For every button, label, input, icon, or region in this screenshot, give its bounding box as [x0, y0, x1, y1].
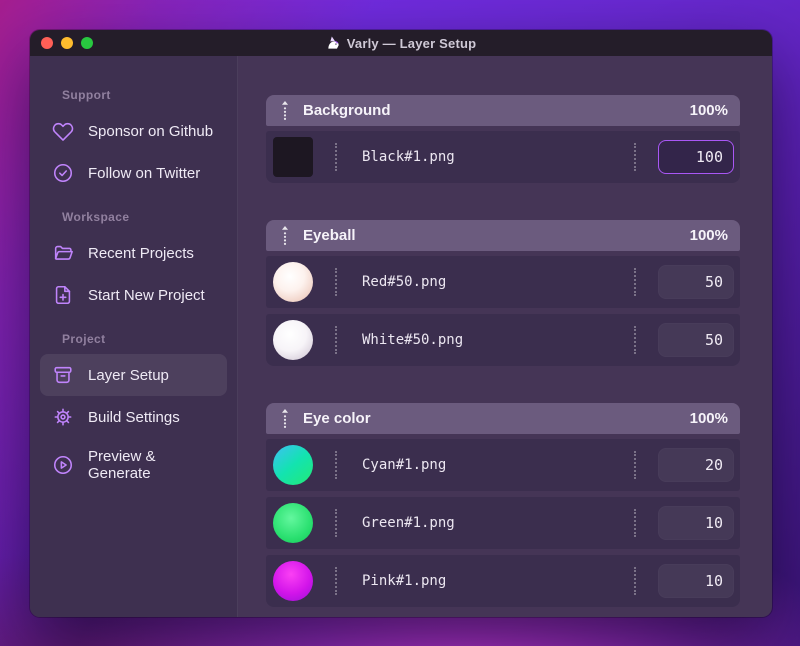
sidebar-section-project: Project Layer Setup Build Settings Previ… [40, 332, 227, 492]
layer-filename: Green#1.png [362, 515, 455, 531]
sidebar-item-build-settings[interactable]: Build Settings [40, 396, 227, 438]
badge-check-icon [53, 163, 73, 183]
layer-group-eyeball: Eyeball 100% Red#50.png White#50.png [266, 220, 740, 366]
layer-filename: White#50.png [362, 332, 464, 348]
divider [634, 143, 636, 171]
layer-group-name: Eyeball [303, 227, 356, 244]
sidebar-item-label: Preview & Generate [88, 448, 156, 482]
close-button[interactable] [41, 37, 53, 49]
section-label-workspace: Workspace [62, 210, 130, 224]
divider [634, 268, 636, 296]
traffic-lights [41, 30, 93, 56]
layer-weight-input[interactable] [658, 140, 734, 174]
layer-group-name: Background [303, 102, 391, 119]
section-label-support: Support [62, 88, 111, 102]
black-square-thumbnail [273, 137, 313, 177]
heart-icon [52, 122, 74, 141]
divider [634, 567, 636, 595]
window-body: Support Sponsor on Github Follow on Twit… [30, 56, 772, 617]
layer-group-eye-color: Eye color 100% Cyan#1.png Green#1.png [266, 403, 740, 607]
layer-weight-input[interactable] [658, 265, 734, 299]
divider [634, 451, 636, 479]
layer-group-header: Background 100% [266, 95, 740, 126]
window-title: Varly — Layer Setup [346, 35, 477, 51]
layer-weight-input[interactable] [658, 448, 734, 482]
layer-filename: Pink#1.png [362, 573, 447, 589]
layer-group-percent: 100% [689, 102, 728, 119]
divider [335, 268, 337, 296]
sidebar-item-sponsor-on-github[interactable]: Sponsor on Github [40, 110, 227, 152]
green-circle-thumbnail [273, 503, 313, 543]
titlebar: Varly — Layer Setup [30, 30, 772, 56]
drag-handle-icon[interactable] [280, 225, 290, 246]
sidebar-item-label: Start New Project [88, 286, 205, 304]
layer-row: Black#1.png [266, 131, 740, 183]
folder-open-icon [54, 245, 73, 260]
layer-row: White#50.png [266, 314, 740, 366]
drag-handle-icon[interactable] [280, 408, 290, 429]
sidebar-item-label: Recent Projects [88, 244, 194, 262]
sidebar-item-label: Follow on Twitter [88, 164, 201, 182]
layer-group-background: Background 100% Black#1.png [266, 95, 740, 183]
layer-group-header: Eye color 100% [266, 403, 740, 434]
zoom-button[interactable] [81, 37, 93, 49]
sidebar-item-layer-setup[interactable]: Layer Setup [40, 354, 227, 396]
layer-setup-panel: Background 100% Black#1.png 100 Eyeball … [238, 56, 772, 617]
layer-group-percent: 100% [689, 410, 728, 427]
window-title-area: Varly — Layer Setup [326, 36, 477, 51]
divider [335, 143, 337, 171]
layer-group-percent: 100% [689, 227, 728, 244]
sidebar-item-label: Layer Setup [88, 366, 169, 384]
divider [335, 509, 337, 537]
sidebar-item-start-new-project[interactable]: Start New Project [40, 274, 227, 316]
divider [634, 509, 636, 537]
sidebar-item-recent-projects[interactable]: Recent Projects [40, 232, 227, 274]
layer-row: Red#50.png [266, 256, 740, 308]
layer-row: Cyan#1.png [266, 439, 740, 491]
layer-group-header: Eyeball 100% [266, 220, 740, 251]
app-window: Varly — Layer Setup Support Sponsor on G… [30, 30, 772, 617]
sidebar-section-workspace: Workspace Recent Projects Start New Proj… [40, 210, 227, 316]
cyan-circle-thumbnail [273, 445, 313, 485]
pink-circle-thumbnail [273, 561, 313, 601]
minimize-button[interactable] [61, 37, 73, 49]
sidebar-item-preview-generate[interactable]: Preview & Generate [40, 438, 227, 492]
layer-filename: Black#1.png [362, 149, 455, 165]
drag-handle-icon[interactable] [280, 100, 290, 121]
layer-row: Pink#1.png [266, 555, 740, 607]
sidebar-item-label: Sponsor on Github [88, 122, 214, 140]
sidebar: Support Sponsor on Github Follow on Twit… [30, 56, 238, 617]
divider [335, 451, 337, 479]
red-sphere-thumbnail [273, 262, 313, 302]
gear-icon [54, 408, 72, 426]
layer-filename: Red#50.png [362, 274, 447, 290]
layer-filename: Cyan#1.png [362, 457, 447, 473]
archive-icon [54, 366, 72, 384]
white-sphere-thumbnail [273, 320, 313, 360]
layer-weight-input[interactable] [658, 323, 734, 357]
play-circle-icon [53, 455, 73, 475]
sidebar-item-follow-on-twitter[interactable]: Follow on Twitter [40, 152, 227, 194]
layer-group-name: Eye color [303, 410, 371, 427]
layer-weight-input[interactable] [658, 564, 734, 598]
sidebar-section-support: Support Sponsor on Github Follow on Twit… [40, 88, 227, 194]
file-plus-icon [55, 285, 71, 305]
divider [634, 326, 636, 354]
section-label-project: Project [62, 332, 106, 346]
layer-weight-input[interactable] [658, 506, 734, 540]
sidebar-item-label: Build Settings [88, 408, 180, 426]
unicorn-icon [328, 35, 339, 49]
layer-row: Green#1.png [266, 497, 740, 549]
divider [335, 326, 337, 354]
divider [335, 567, 337, 595]
